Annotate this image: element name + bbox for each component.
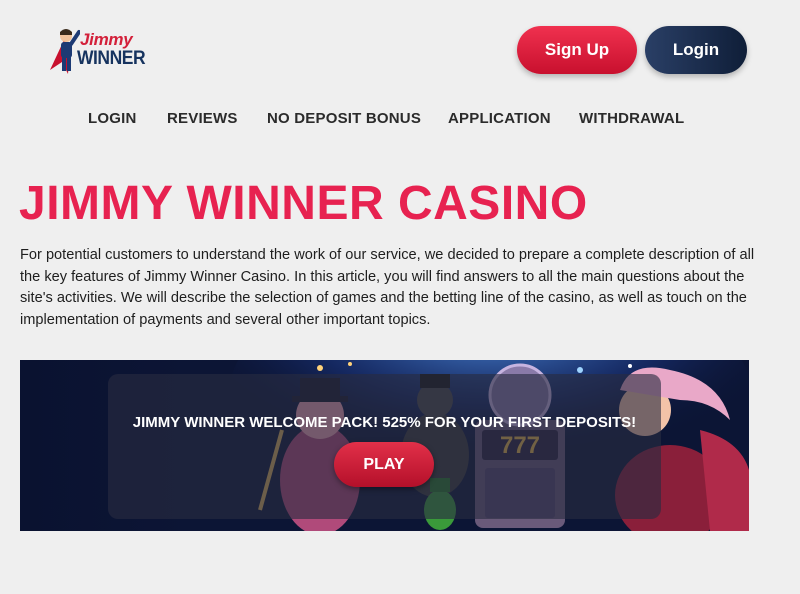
sign-up-button[interactable]: Sign Up (517, 26, 637, 74)
login-button[interactable]: Login (645, 26, 747, 74)
logo-text-jimmy: Jimmy (80, 30, 133, 49)
promo-overlay: JIMMY WINNER WELCOME PACK! 525% FOR YOUR… (108, 374, 661, 519)
superhero-mascot-icon (50, 29, 80, 74)
nav-item-withdrawal[interactable]: WITHDRAWAL (579, 110, 684, 127)
play-button[interactable]: PLAY (334, 442, 434, 487)
nav-item-reviews[interactable]: REVIEWS (167, 110, 238, 127)
promo-text: JIMMY WINNER WELCOME PACK! 525% FOR YOUR… (132, 414, 637, 431)
site-header: Jimmy WINNER Sign Up Login (0, 0, 800, 100)
main-nav: LOGIN REVIEWS NO DEPOSIT BONUS APPLICATI… (0, 110, 800, 130)
nav-item-login[interactable]: LOGIN (88, 110, 137, 127)
intro-paragraph: For potential customers to understand th… (20, 247, 755, 328)
logo-text-winner: WINNER (77, 48, 146, 69)
jimmy-winner-logo[interactable]: Jimmy WINNER (46, 26, 156, 76)
page-title: JIMMY WINNER CASINO (19, 177, 588, 230)
nav-item-application[interactable]: APPLICATION (448, 110, 551, 127)
welcome-banner[interactable]: 777 JIMMY WINNER WELCOME PACK! 525% FOR … (20, 360, 749, 531)
nav-item-no-deposit-bonus[interactable]: NO DEPOSIT BONUS (267, 110, 421, 127)
